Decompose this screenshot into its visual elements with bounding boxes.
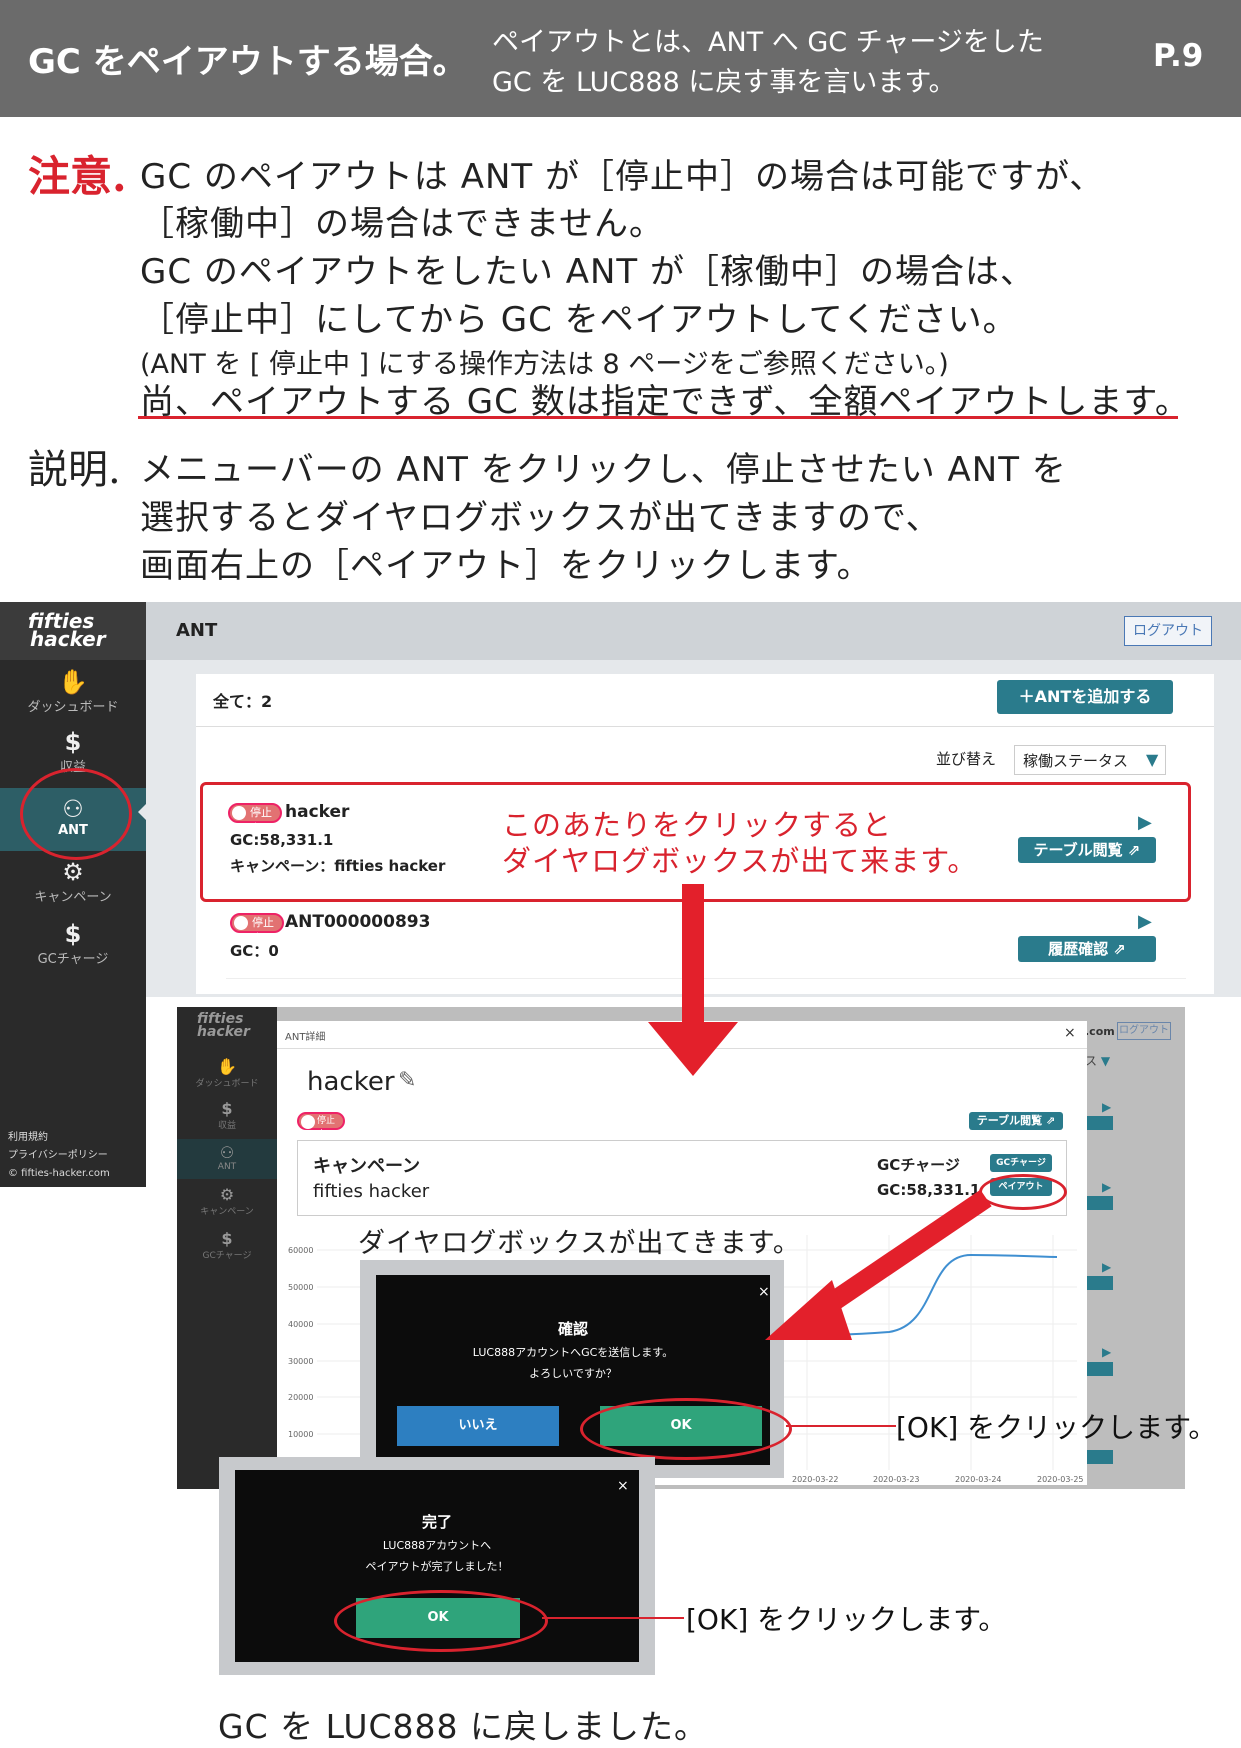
- down-arrow-shaft: [682, 884, 704, 1024]
- conclusion-text: GC を LUC888 に戻しました。: [218, 1707, 709, 1746]
- down-arrow-head: [648, 1022, 738, 1076]
- annotation-arrows: [648, 884, 992, 1340]
